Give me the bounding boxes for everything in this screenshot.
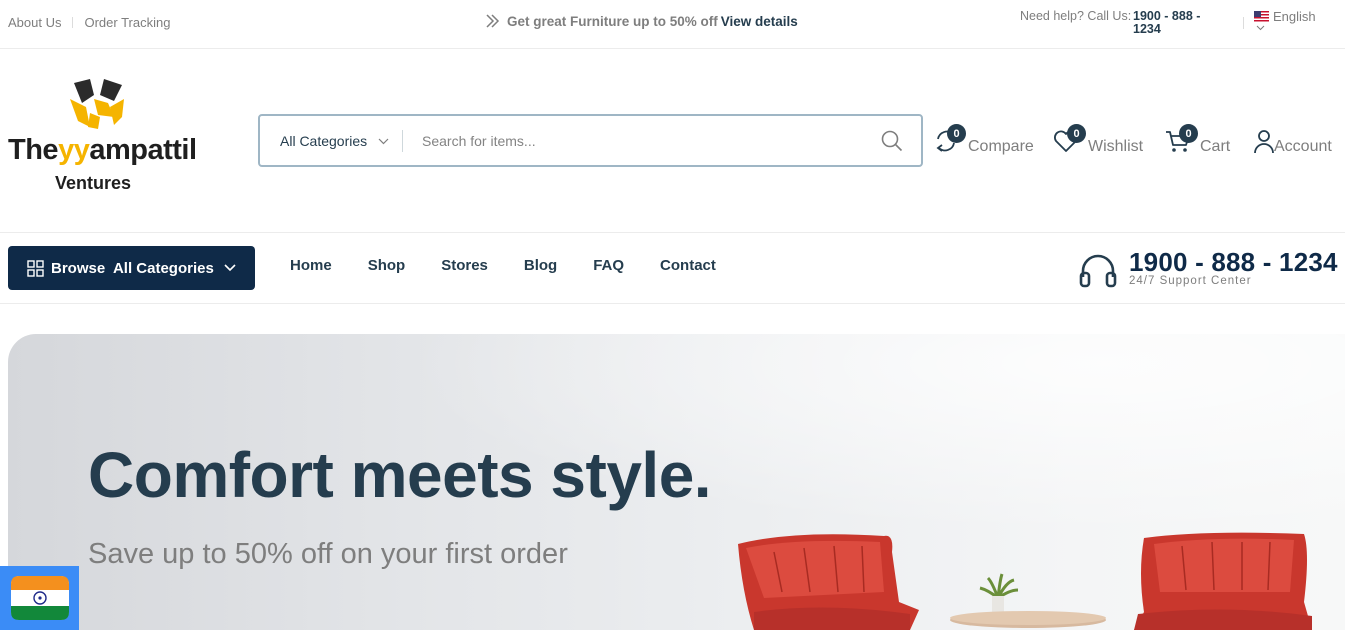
help-label: Need help? Call Us:	[1020, 9, 1132, 23]
nav-bar: Browse All Categories Home Shop Stores B…	[0, 233, 1345, 304]
cart-label: Cart	[1200, 138, 1231, 155]
armchair-image	[738, 534, 919, 630]
top-bar: About Us Order Tracking Get great Furnit…	[0, 0, 1345, 49]
wishlist-button[interactable]: 0 Wishlist	[1052, 123, 1143, 157]
menu-item-blog[interactable]: Blog	[524, 257, 557, 274]
account-label: Account	[1274, 138, 1332, 155]
user-icon	[1250, 127, 1274, 157]
logo-name-part: The	[8, 134, 59, 166]
armchair-image	[1134, 532, 1312, 630]
chevron-down-icon[interactable]	[1256, 25, 1265, 31]
category-select[interactable]: All Categories	[260, 116, 402, 165]
main-menu: Home Shop Stores Blog FAQ Contact	[290, 257, 752, 274]
order-tracking-link[interactable]: Order Tracking	[84, 15, 170, 30]
menu-item-faq[interactable]: FAQ	[593, 257, 624, 274]
grid-icon	[27, 259, 44, 277]
region-selector[interactable]	[0, 566, 79, 630]
wishlist-count-badge: 0	[1067, 124, 1086, 143]
divider	[1243, 17, 1244, 29]
menu-item-home[interactable]: Home	[290, 257, 332, 274]
logo-name-accent: yy	[58, 134, 90, 166]
divider	[72, 17, 74, 28]
headphones-icon	[1079, 254, 1117, 288]
search-input[interactable]	[403, 116, 881, 165]
support-label: 24/7 Support Center	[1129, 275, 1252, 287]
promo-text: Get great Furniture up to 50% off	[507, 13, 718, 29]
logo-subtitle: Ventures	[55, 173, 132, 193]
wishlist-label: Wishlist	[1088, 138, 1144, 155]
india-flag-icon	[10, 576, 69, 620]
double-chevron-icon	[486, 14, 500, 28]
help-phone[interactable]: 1900 - 888 - 1234	[1133, 10, 1223, 36]
language-label: English	[1273, 9, 1316, 24]
support-phone[interactable]: 1900 - 888 - 1234	[1129, 247, 1338, 278]
menu-item-contact[interactable]: Contact	[660, 257, 716, 274]
browse-label: Browse All Categories	[51, 259, 214, 277]
support-center[interactable]: 1900 - 888 - 1234 24/7 Support Center	[1078, 247, 1338, 293]
search-icon[interactable]	[881, 130, 903, 152]
menu-item-shop[interactable]: Shop	[368, 257, 406, 274]
category-select-value: All Categories	[280, 132, 368, 149]
us-flag-icon	[1254, 11, 1269, 22]
top-links: About Us Order Tracking	[8, 15, 170, 30]
about-us-link[interactable]: About Us	[8, 15, 61, 30]
logo-mark-icon	[70, 79, 124, 129]
hero-banner: Comfort meets style. Save up to 50% off …	[8, 334, 1345, 630]
chevron-down-icon	[378, 138, 389, 145]
compare-count-badge: 0	[947, 124, 966, 143]
compare-icon: 0	[932, 124, 966, 157]
view-details-link[interactable]: View details	[721, 14, 798, 29]
browse-categories-button[interactable]: Browse All Categories	[8, 246, 255, 290]
cart-count-badge: 0	[1179, 124, 1198, 143]
logo-name: Theyyampattil	[8, 134, 197, 167]
side-table-image	[950, 573, 1106, 628]
heart-icon: 0	[1052, 124, 1086, 157]
hero-title: Comfort meets style.	[88, 439, 712, 511]
compare-label: Compare	[968, 138, 1034, 155]
cart-icon: 0	[1164, 124, 1198, 157]
search-bar: All Categories	[258, 114, 923, 167]
chevron-down-icon	[224, 264, 236, 272]
hero-subtitle: Save up to 50% off on your first order	[88, 538, 568, 570]
language-selector[interactable]: English	[1254, 9, 1316, 24]
logo[interactable]: Theyyampattil Ventures	[8, 77, 197, 197]
promo-banner: Get great Furniture up to 50% off View d…	[484, 13, 798, 29]
account-button[interactable]: Account	[1250, 123, 1332, 157]
header: Theyyampattil Ventures All Categories 0 …	[0, 49, 1345, 233]
menu-item-stores[interactable]: Stores	[441, 257, 488, 274]
cart-button[interactable]: 0 Cart	[1164, 123, 1230, 157]
compare-button[interactable]: 0 Compare	[932, 123, 1034, 157]
logo-name-part: ampattil	[89, 134, 197, 166]
help-contact: Need help? Call Us: 1900 - 888 - 1234	[1020, 9, 1200, 36]
